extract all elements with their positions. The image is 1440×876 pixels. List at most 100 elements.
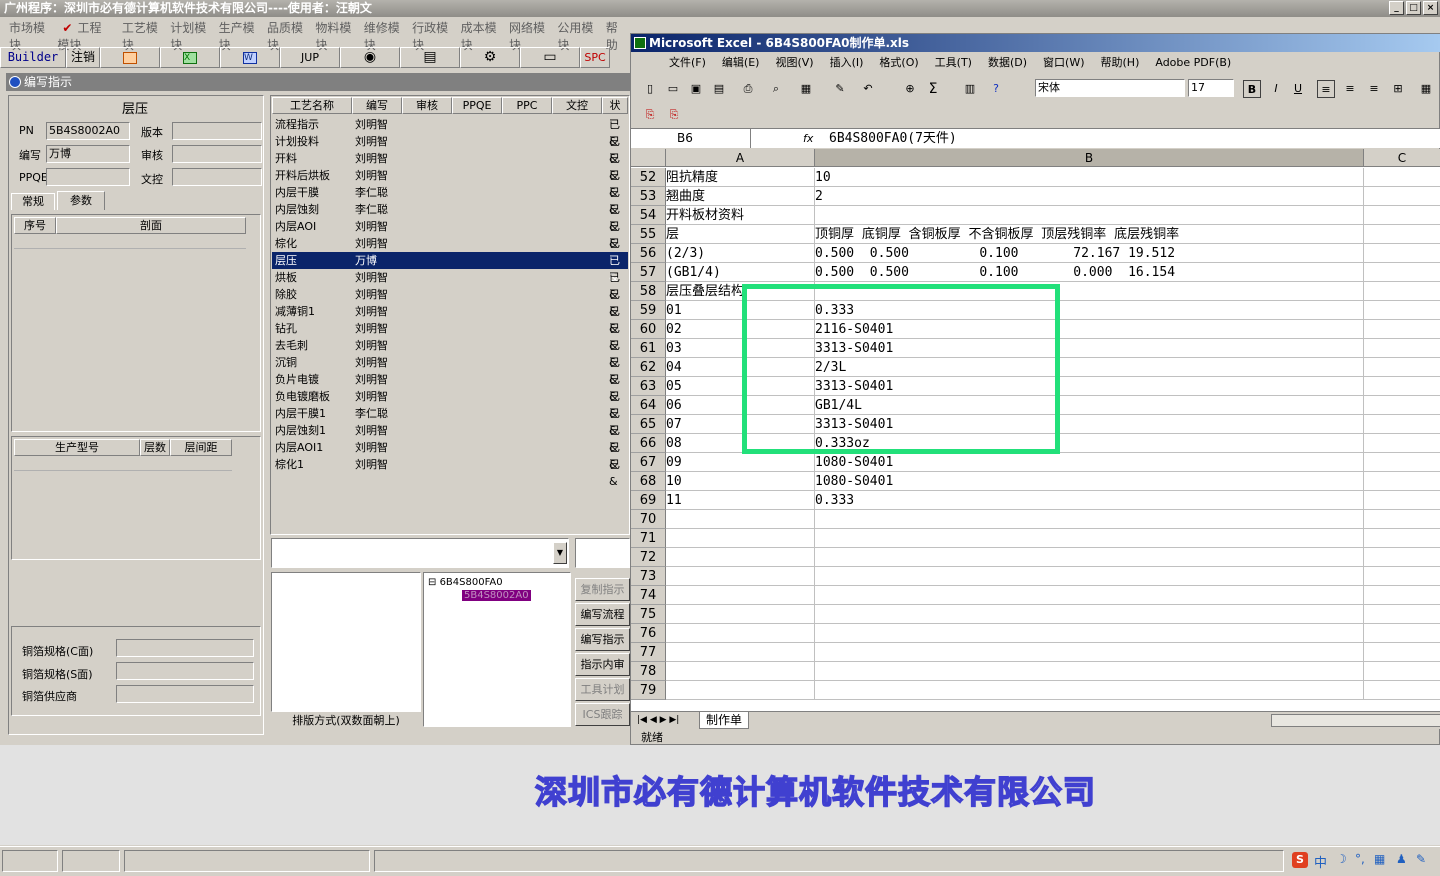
paste-icon[interactable]: ▦: [797, 80, 815, 98]
cell-a[interactable]: 层: [666, 225, 815, 244]
cell-a[interactable]: (GB1/4): [666, 263, 815, 282]
undo-icon[interactable]: ↶: [859, 80, 877, 98]
cell-a[interactable]: 阻抗精度: [666, 168, 815, 187]
copper-supplier-field[interactable]: [116, 685, 254, 703]
table-row[interactable]: 除胶 刘明智 已&: [272, 286, 628, 318]
side-button[interactable]: 指示内审: [575, 653, 630, 676]
process-col-header[interactable]: 状: [602, 97, 628, 114]
chevron-down-icon[interactable]: ▼: [553, 542, 567, 564]
row-header[interactable]: 54: [631, 206, 666, 225]
table-row[interactable]: 去毛刺 刘明智 已&: [272, 337, 628, 369]
menu-item[interactable]: 品质模块: [262, 17, 310, 52]
row-header[interactable]: 52: [631, 168, 666, 187]
moon-icon[interactable]: ☽: [1336, 852, 1347, 866]
cell-c[interactable]: [1364, 377, 1440, 396]
table-row[interactable]: 内层蚀刻 李仁聪 已&: [272, 201, 628, 233]
tree-child[interactable]: 5B4S8002A0: [462, 590, 531, 601]
cell-b[interactable]: [815, 529, 1364, 548]
tab-params[interactable]: 参数: [57, 191, 105, 210]
cell-c[interactable]: [1364, 529, 1440, 548]
keyboard-icon[interactable]: ▦: [1374, 852, 1385, 866]
align-right-icon[interactable]: ≡: [1365, 80, 1383, 98]
builder-button[interactable]: Builder: [0, 47, 66, 68]
merge-icon[interactable]: ⊞: [1389, 80, 1407, 98]
review-field[interactable]: [172, 145, 262, 163]
row-header[interactable]: 65: [631, 415, 666, 434]
menu-item[interactable]: 市场模块: [4, 17, 52, 52]
row-header[interactable]: 61: [631, 339, 666, 358]
row-header[interactable]: 62: [631, 358, 666, 377]
cell-a[interactable]: (2/3): [666, 244, 815, 263]
research-icon[interactable]: ⌕: [767, 80, 785, 98]
cell-a[interactable]: [666, 586, 815, 605]
table-row[interactable]: 内层干膜 李仁聪 已&: [272, 184, 628, 216]
cell-a[interactable]: [666, 681, 815, 700]
process-col-header[interactable]: 编写: [352, 97, 402, 114]
menu-item[interactable]: 成本模块: [456, 17, 504, 52]
menu-item[interactable]: 行政模块: [407, 17, 455, 52]
row-header[interactable]: 53: [631, 187, 666, 206]
combo-box[interactable]: ▼: [271, 538, 569, 568]
cell-b[interactable]: [815, 624, 1364, 643]
cell-c[interactable]: [1364, 681, 1440, 700]
sheet-tab[interactable]: 制作单: [699, 712, 750, 729]
punctuation-icon[interactable]: °,: [1355, 852, 1365, 866]
table-row[interactable]: 棕化1 刘明智 已&: [272, 456, 628, 488]
col-layers[interactable]: 层数: [140, 439, 170, 456]
row-header[interactable]: 79: [631, 681, 666, 700]
logout-button[interactable]: 注销: [66, 47, 100, 68]
table-row[interactable]: 烘板 刘明智 已&: [272, 269, 628, 301]
menu-item[interactable]: 维修模块: [359, 17, 407, 52]
table-row[interactable]: 内层AOI 刘明智 已&: [272, 218, 628, 250]
close-button[interactable]: ×: [1423, 1, 1438, 15]
secondary-input[interactable]: [575, 538, 630, 568]
tab-general[interactable]: 常规: [11, 193, 55, 210]
menu-item[interactable]: 帮助: [601, 17, 630, 52]
cell-c[interactable]: [1364, 605, 1440, 624]
cell-c[interactable]: [1364, 168, 1440, 187]
cell-c[interactable]: [1364, 320, 1440, 339]
table-row[interactable]: 内层AOI1 刘明智 已&: [272, 439, 628, 471]
cell-b[interactable]: [815, 605, 1364, 624]
cell-c[interactable]: [1364, 586, 1440, 605]
word-button[interactable]: W: [220, 47, 280, 68]
print-icon[interactable]: ⎙: [739, 80, 757, 98]
cell-c[interactable]: [1364, 244, 1440, 263]
cell-a[interactable]: [666, 567, 815, 586]
row-header[interactable]: 70: [631, 510, 666, 529]
cell-b[interactable]: 10: [815, 168, 1364, 187]
pdf-mail-icon[interactable]: ⎘: [665, 106, 683, 124]
cell-b[interactable]: [815, 548, 1364, 567]
menu-item[interactable]: 工艺模块: [117, 17, 165, 52]
table-row[interactable]: 负片电镀 刘明智 已&: [272, 371, 628, 403]
new-icon[interactable]: ▯: [641, 80, 659, 98]
cell-a[interactable]: [666, 548, 815, 567]
col-seq[interactable]: 序号: [14, 217, 56, 234]
tab-scroll-icon[interactable]: |◀ ◀ ▶ ▶|: [637, 712, 679, 728]
pn-field[interactable]: 5B4S8002A0: [46, 122, 130, 140]
align-center-icon[interactable]: ≡: [1341, 80, 1359, 98]
formula-input[interactable]: 6B4S800FA0(7天件): [829, 129, 957, 148]
side-button[interactable]: 工具计划: [575, 678, 630, 701]
select-all-corner[interactable]: [631, 149, 666, 167]
excel-menu-item[interactable]: Adobe PDF(B): [1147, 53, 1239, 73]
table-row[interactable]: 开料 刘明智 已&: [272, 150, 628, 182]
row-header[interactable]: 59: [631, 301, 666, 320]
table-row[interactable]: 减薄铜1 刘明智 已&: [272, 303, 628, 335]
process-col-header[interactable]: PPQE: [452, 97, 502, 114]
italic-button[interactable]: I: [1267, 80, 1285, 98]
row-header[interactable]: 68: [631, 472, 666, 491]
cell-c[interactable]: [1364, 339, 1440, 358]
excel-menu-item[interactable]: 文件(F): [661, 53, 714, 73]
row-header[interactable]: 78: [631, 662, 666, 681]
process-col-header[interactable]: 文控: [552, 97, 602, 114]
cell-b[interactable]: 2: [815, 187, 1364, 206]
cell-c[interactable]: [1364, 472, 1440, 491]
side-button[interactable]: 复制指示: [575, 578, 630, 601]
side-button[interactable]: ICS跟踪: [575, 703, 630, 726]
col-c-header[interactable]: C: [1364, 149, 1440, 167]
open-icon[interactable]: ▭: [664, 80, 682, 98]
cell-b[interactable]: 0.333: [815, 491, 1364, 510]
table-row[interactable]: 棕化 刘明智 已&: [272, 235, 628, 267]
cell-a[interactable]: [666, 510, 815, 529]
